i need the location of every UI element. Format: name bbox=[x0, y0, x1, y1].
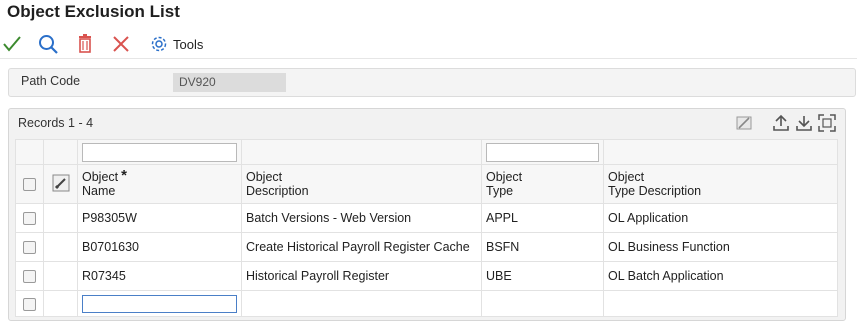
column-header-line: Type Description bbox=[608, 184, 702, 198]
grid-edit-button[interactable] bbox=[734, 113, 754, 133]
tools-label: Tools bbox=[173, 36, 204, 52]
cell-object-type[interactable]: APPL bbox=[481, 203, 604, 233]
header-form: Path Code DV920 bbox=[8, 68, 856, 97]
search-icon bbox=[39, 35, 58, 54]
page-title: Object Exclusion List bbox=[7, 2, 180, 21]
toolbar: Tools bbox=[0, 28, 857, 59]
row-spacer-cell bbox=[43, 290, 78, 317]
cell-object-description[interactable]: Create Historical Payroll Register Cache bbox=[241, 232, 482, 262]
records-count: Records 1 - 4 bbox=[18, 116, 94, 130]
table-row[interactable]: B0701630 Create Historical Payroll Regis… bbox=[15, 232, 838, 262]
row-select-cell bbox=[15, 261, 44, 291]
cell-type-description[interactable]: OL Business Function bbox=[603, 232, 838, 262]
cell-object-description[interactable]: Batch Versions - Web Version bbox=[241, 203, 482, 233]
tools-button[interactable]: Tools bbox=[150, 34, 203, 54]
cancel-button[interactable] bbox=[110, 33, 132, 55]
grid-fullscreen-button[interactable] bbox=[817, 113, 837, 133]
row-spacer-cell bbox=[43, 203, 78, 233]
row-checkbox[interactable] bbox=[23, 212, 36, 226]
column-header-row: Object * Name Object Description Object T… bbox=[15, 164, 838, 204]
row-select-cell bbox=[15, 232, 44, 262]
row-spacer-cell bbox=[43, 232, 78, 262]
cell-object-description[interactable]: Historical Payroll Register bbox=[241, 261, 482, 291]
row-select-cell bbox=[15, 203, 44, 233]
new-object-name-input[interactable] bbox=[82, 294, 237, 313]
edit-grid-icon bbox=[736, 116, 752, 130]
required-marker: * bbox=[121, 167, 127, 184]
find-button[interactable] bbox=[37, 33, 59, 55]
select-all-cell bbox=[15, 164, 44, 204]
upload-icon bbox=[773, 114, 789, 131]
new-description-cell bbox=[241, 290, 482, 317]
column-header-line: Description bbox=[246, 184, 309, 198]
cell-object-type[interactable]: BSFN bbox=[481, 232, 604, 262]
grid-panel: Records 1 - 4 Object * Name Object Descr… bbox=[8, 108, 846, 321]
column-header-line: Name bbox=[82, 184, 116, 198]
new-object-name-cell bbox=[77, 290, 242, 317]
table-row[interactable]: P98305W Batch Versions - Web Version APP… bbox=[15, 203, 838, 233]
path-code-field: DV920 bbox=[173, 73, 286, 92]
ok-button[interactable] bbox=[1, 33, 23, 55]
column-header-line: Object bbox=[608, 170, 645, 184]
filter-cell-object-type bbox=[481, 139, 604, 165]
cell-type-description[interactable]: OL Batch Application bbox=[603, 261, 838, 291]
column-header-line: Object bbox=[246, 170, 283, 184]
grid-header: Records 1 - 4 bbox=[9, 109, 845, 139]
gear-icon bbox=[151, 36, 167, 52]
filter-object-type-input[interactable] bbox=[486, 142, 599, 162]
filter-cell-type-description bbox=[603, 139, 838, 165]
grid-download-button[interactable] bbox=[794, 113, 814, 133]
grid-toolbar bbox=[734, 113, 837, 135]
filter-object-name-input[interactable] bbox=[82, 142, 237, 162]
column-header-line: Object bbox=[82, 170, 119, 184]
qbe-toggle-cell bbox=[43, 164, 78, 204]
column-header-object-name[interactable]: Object * Name bbox=[77, 164, 242, 204]
new-type-description-cell bbox=[603, 290, 838, 317]
new-type-cell bbox=[481, 290, 604, 317]
filter-cell-object-name bbox=[77, 139, 242, 165]
row-spacer-cell bbox=[43, 261, 78, 291]
row-checkbox[interactable] bbox=[23, 297, 36, 311]
new-entry-row[interactable] bbox=[15, 290, 838, 317]
query-icon[interactable] bbox=[52, 174, 70, 192]
close-icon bbox=[113, 36, 129, 52]
select-all-checkbox[interactable] bbox=[23, 178, 36, 192]
query-by-example-row bbox=[15, 139, 838, 165]
column-header-object-description[interactable]: Object Description bbox=[241, 164, 482, 204]
delete-button[interactable] bbox=[74, 33, 96, 55]
column-header-line: Object bbox=[486, 170, 523, 184]
row-select-cell bbox=[15, 290, 44, 317]
row-checkbox[interactable] bbox=[23, 270, 36, 284]
cell-object-name[interactable]: B0701630 bbox=[77, 232, 242, 262]
title-bar: Object Exclusion List bbox=[0, 0, 857, 26]
cell-object-type[interactable]: UBE bbox=[481, 261, 604, 291]
column-header-line: Type bbox=[486, 184, 514, 198]
filter-cell-empty bbox=[15, 139, 44, 165]
row-checkbox[interactable] bbox=[23, 241, 36, 255]
filter-cell-description bbox=[241, 139, 482, 165]
object-grid: Object * Name Object Description Object T… bbox=[15, 139, 838, 317]
column-header-type-description[interactable]: Object Type Description bbox=[603, 164, 838, 204]
cell-type-description[interactable]: OL Application bbox=[603, 203, 838, 233]
check-icon bbox=[3, 36, 21, 52]
trash-icon bbox=[79, 34, 91, 53]
grid-upload-button[interactable] bbox=[771, 113, 791, 133]
cell-object-name[interactable]: R07345 bbox=[77, 261, 242, 291]
column-header-object-type[interactable]: Object Type bbox=[481, 164, 604, 204]
filter-cell-empty bbox=[43, 139, 78, 165]
table-row[interactable]: R07345 Historical Payroll Register UBE O… bbox=[15, 261, 838, 291]
cell-object-name[interactable]: P98305W bbox=[77, 203, 242, 233]
fullscreen-icon bbox=[818, 114, 836, 132]
download-icon bbox=[796, 116, 812, 131]
path-code-label: Path Code bbox=[21, 74, 81, 88]
